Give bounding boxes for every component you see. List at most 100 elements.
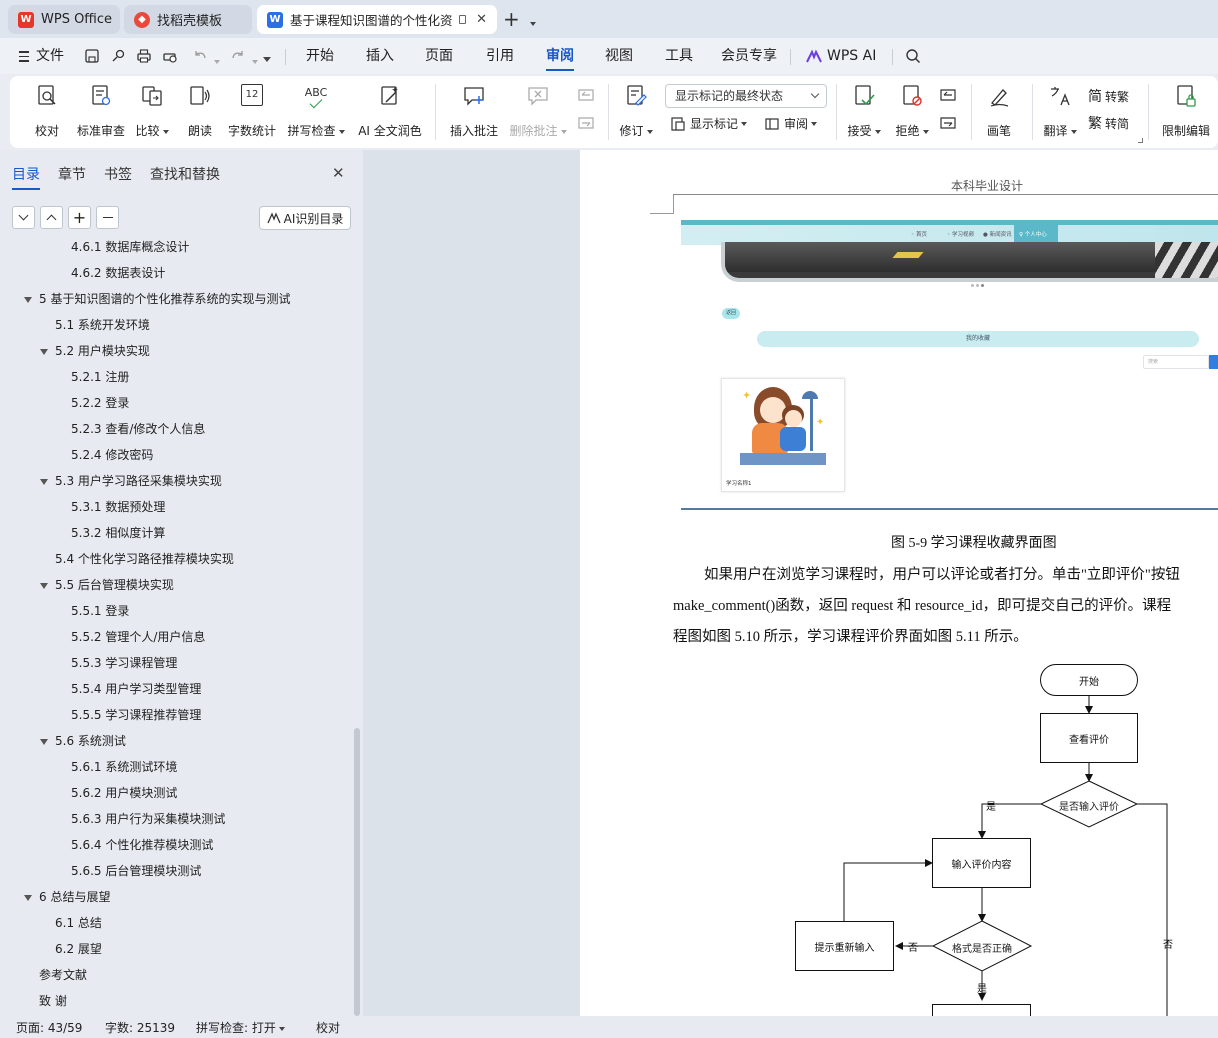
menu-review[interactable]: 审阅 (546, 38, 574, 74)
compare-button[interactable]: 比较 (135, 82, 169, 140)
toc-item[interactable]: 5.6 系统测试 (40, 728, 126, 754)
previous-comment-icon[interactable] (576, 88, 596, 106)
print-preview-icon[interactable] (162, 48, 178, 64)
toc-item[interactable]: 4.6.2 数据表设计 (56, 260, 165, 286)
nav-tab-toc[interactable]: 目录 (12, 164, 40, 190)
add-heading-button[interactable]: + (68, 206, 91, 229)
status-page[interactable]: 页面: 43/59 (16, 1019, 82, 1036)
toc-item[interactable]: 6.1 总结 (40, 910, 102, 936)
toc-item[interactable]: 6 总结与展望 (24, 884, 110, 910)
toc-item[interactable]: 6.2 展望 (40, 936, 102, 962)
status-spell-check[interactable]: 拼写检查: 打开 (196, 1019, 285, 1036)
to-traditional-button[interactable]: 简 转繁 (1088, 87, 1129, 107)
menu-file[interactable]: 文件 (36, 38, 64, 74)
word-count-button[interactable]: 12 字数统计 (228, 82, 276, 140)
menu-tools[interactable]: 工具 (665, 38, 693, 74)
expand-triangle-icon[interactable] (40, 738, 48, 745)
quick-access-chevron-icon[interactable] (260, 52, 271, 66)
remove-heading-button[interactable] (96, 206, 119, 229)
pen-button[interactable]: 画笔 (987, 82, 1011, 140)
toc-item[interactable]: 5.2.2 登录 (56, 390, 129, 416)
read-aloud-button[interactable]: 朗读 (188, 82, 212, 140)
next-comment-icon[interactable] (576, 116, 596, 134)
next-change-icon[interactable] (938, 116, 958, 134)
redo-dropdown-icon[interactable] (249, 54, 258, 68)
toc-item[interactable]: 5.3.1 数据预处理 (56, 494, 165, 520)
toc-item[interactable]: 5.5.1 登录 (56, 598, 129, 624)
toc-scrollbar-thumb[interactable] (354, 728, 360, 1016)
markup-display-select[interactable]: 显示标记的最终状态 (665, 84, 827, 108)
toc-item[interactable]: 4.6.1 数据库概念设计 (56, 240, 189, 260)
expand-triangle-icon[interactable] (24, 296, 32, 303)
save-icon[interactable] (84, 48, 100, 64)
toc-item[interactable]: 5.2 用户模块实现 (40, 338, 150, 364)
tab-docer-templates[interactable]: ◆ 找稻壳模板 (124, 5, 252, 34)
undo-icon[interactable] (192, 48, 208, 64)
toc-item[interactable]: 参考文献 (24, 962, 87, 988)
menu-insert[interactable]: 插入 (366, 38, 394, 74)
show-markup-button[interactable]: 显示标记 (670, 114, 748, 134)
ai-identify-toc-button[interactable]: AI识别目录 (259, 206, 351, 230)
toc-item[interactable]: 5.4 个性化学习路径推荐模块实现 (40, 546, 234, 572)
toc-item[interactable]: 5.5.3 学习课程管理 (56, 650, 177, 676)
expand-triangle-icon[interactable] (40, 582, 48, 589)
undo-dropdown-icon[interactable] (211, 54, 220, 68)
hamburger-icon[interactable] (19, 49, 29, 62)
expand-triangle-icon[interactable] (24, 894, 32, 901)
previous-change-icon[interactable] (938, 88, 958, 106)
nav-tab-sections[interactable]: 章节 (58, 164, 86, 184)
search-icon[interactable] (905, 48, 921, 64)
toc-item[interactable]: 5.6.1 系统测试环境 (56, 754, 177, 780)
toc-item[interactable]: 5.6.4 个性化推荐模块测试 (56, 832, 213, 858)
standard-review-button[interactable]: 标准审查 (77, 82, 125, 140)
tab-list-chevron-icon[interactable] (527, 16, 536, 30)
toc-item[interactable]: 5.5.5 学习课程推荐管理 (56, 702, 201, 728)
nav-tab-find-replace[interactable]: 查找和替换 (150, 164, 220, 184)
insert-comment-button[interactable]: 插入批注 (450, 82, 498, 140)
toc-item[interactable]: 5.3 用户学习路径采集模块实现 (40, 468, 222, 494)
nav-tab-bookmarks[interactable]: 书签 (104, 164, 132, 184)
menu-references[interactable]: 引用 (486, 38, 514, 74)
toc-item[interactable]: 5.5.2 管理个人/用户信息 (56, 624, 205, 650)
to-simplified-button[interactable]: 繁 转简 (1088, 114, 1129, 134)
toc-item[interactable]: 5.5 后台管理模块实现 (40, 572, 174, 598)
toc-item[interactable]: 5.2.4 修改密码 (56, 442, 153, 468)
menu-membership[interactable]: 会员专享 (721, 38, 777, 74)
close-tab-icon[interactable]: ✕ (476, 12, 487, 27)
tab-current-document[interactable]: W 基于课程知识图谱的个性化资 ✕ (257, 5, 497, 34)
redo-icon[interactable] (230, 48, 246, 64)
toc-item[interactable]: 5.1 系统开发环境 (40, 312, 150, 338)
tab-wps-office[interactable]: W WPS Office (8, 5, 120, 34)
restrict-editing-button[interactable]: 限制编辑 (1162, 82, 1210, 140)
close-panel-icon[interactable]: ✕ (332, 164, 345, 182)
track-changes-button[interactable]: 修订 (619, 82, 653, 140)
toc-item[interactable]: 5.6.5 后台管理模块测试 (56, 858, 201, 884)
reject-button[interactable]: 拒绝 (895, 82, 929, 140)
ribbon-expand-icon[interactable] (1138, 138, 1143, 143)
expand-up-button[interactable] (40, 206, 63, 229)
menu-wps-ai[interactable]: WPS AI (827, 38, 876, 74)
spell-check-button[interactable]: ABC 拼写检查 (287, 82, 345, 140)
translate-button[interactable]: 翻译 (1043, 82, 1077, 140)
delete-comment-button[interactable]: 删除批注 (509, 82, 567, 140)
expand-triangle-icon[interactable] (40, 348, 48, 355)
status-word-count[interactable]: 字数: 25139 (105, 1019, 175, 1036)
expand-triangle-icon[interactable] (40, 478, 48, 485)
menu-home[interactable]: 开始 (306, 38, 334, 74)
ai-polish-button[interactable]: AI 全文润色 (358, 82, 422, 140)
menu-view[interactable]: 视图 (605, 38, 633, 74)
review-pane-button[interactable]: 审阅 (764, 114, 818, 134)
toc-item[interactable]: 5.6.2 用户模块测试 (56, 780, 177, 806)
toc-item[interactable]: 5.2.1 注册 (56, 364, 129, 390)
print-icon[interactable] (136, 48, 152, 64)
toc-item[interactable]: 5.5.4 用户学习类型管理 (56, 676, 201, 702)
collapse-all-button[interactable] (12, 206, 35, 229)
accept-button[interactable]: 接受 (847, 82, 881, 140)
toc-item[interactable]: 5.2.3 查看/修改个人信息 (56, 416, 205, 442)
new-tab-icon[interactable]: + (503, 8, 520, 30)
status-proofread[interactable]: 校对 (316, 1019, 340, 1036)
toc-item[interactable]: 5.3.2 相似度计算 (56, 520, 165, 546)
export-icon[interactable] (110, 48, 126, 64)
menu-page[interactable]: 页面 (425, 38, 453, 74)
toc-item[interactable]: 5.6.3 用户行为采集模块测试 (56, 806, 225, 832)
